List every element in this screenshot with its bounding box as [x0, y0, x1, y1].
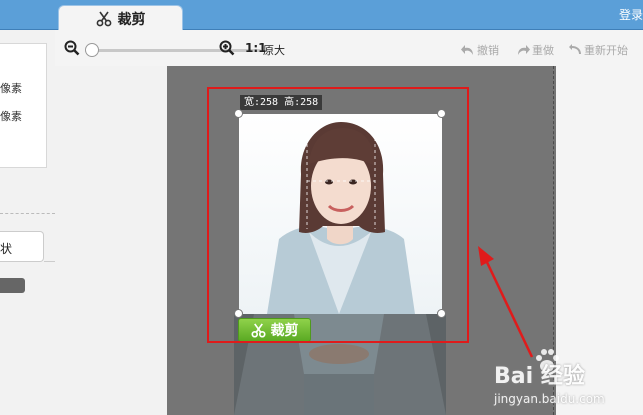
watermark: Bai 经验 jingyan.baidu.com [494, 344, 643, 415]
annotation-box [207, 87, 469, 343]
redo-button[interactable]: 重做 [516, 42, 554, 58]
watermark-site: jingyan.baidu.com [494, 392, 605, 406]
restart-label: 重新开始 [584, 44, 628, 57]
tab-crop[interactable]: 裁剪 [58, 5, 183, 31]
size-list: 像素 像素 [0, 43, 47, 168]
zoom-out-icon[interactable] [64, 40, 80, 56]
watermark-brand: Bai 经验 [494, 364, 585, 389]
tab-shape[interactable]: 状 [0, 231, 44, 262]
left-panel: 像素 像素 状 [0, 30, 55, 415]
undo-icon [461, 45, 473, 55]
list-item[interactable]: 像素 [0, 80, 22, 96]
tab-shape-label: 状 [0, 242, 13, 256]
login-link[interactable]: 登录 [619, 6, 643, 23]
panel-button[interactable] [0, 278, 25, 293]
zoom-in-icon[interactable] [219, 40, 235, 56]
redo-label: 重做 [532, 44, 554, 57]
tab-crop-label: 裁剪 [117, 11, 146, 28]
original-size-button[interactable]: 原大 [263, 42, 285, 58]
top-bar: 裁剪 登录 [0, 0, 643, 31]
undo-label: 撤销 [477, 44, 499, 57]
toolbar: 1:1 原大 撤销 重做 重新开始 [55, 30, 643, 66]
scissors-icon [96, 11, 111, 26]
list-item[interactable]: 像素 [0, 108, 22, 124]
undo-button[interactable]: 撤销 [461, 42, 499, 58]
divider [44, 261, 55, 262]
redo-icon [518, 45, 530, 55]
restart-button[interactable]: 重新开始 [569, 42, 628, 58]
zoom-slider-handle[interactable] [85, 43, 99, 57]
divider [0, 213, 55, 214]
restart-icon [569, 44, 581, 54]
